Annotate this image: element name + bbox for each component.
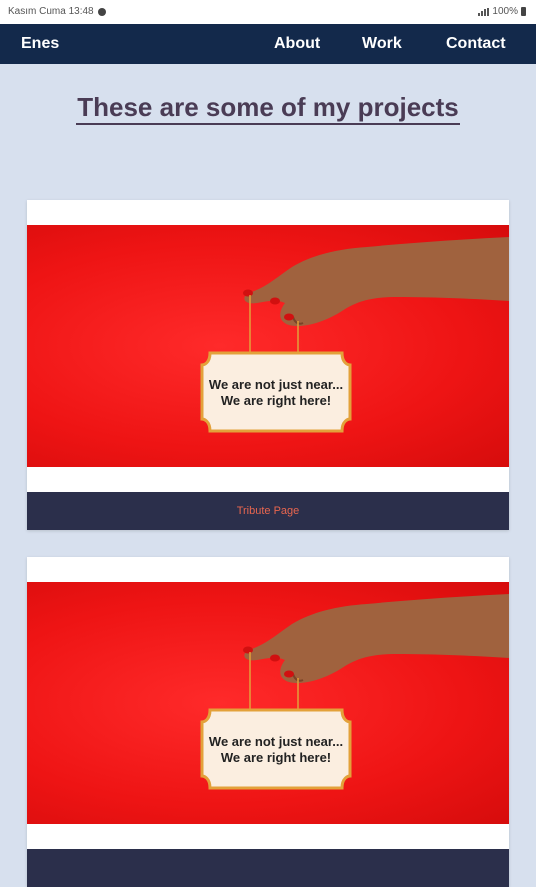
status-bar: Kasım Cuma 13:48 100%: [0, 0, 536, 24]
battery-icon: [521, 7, 526, 16]
notification-icon: [97, 7, 106, 16]
battery-level: 100%: [492, 6, 518, 17]
hand-holding-sign-illustration: [200, 594, 509, 790]
brand-link[interactable]: Enes: [21, 35, 59, 53]
project-caption[interactable]: [27, 849, 509, 887]
status-time: Kasım Cuma 13:48: [8, 6, 94, 17]
signal-icon: [478, 7, 490, 16]
project-image[interactable]: We are not just near... We are right her…: [27, 582, 509, 824]
nav-link-about[interactable]: About: [274, 35, 320, 53]
nav-link-work[interactable]: Work: [362, 35, 402, 53]
image-sign-line1: We are not just near...: [208, 377, 344, 392]
nav-link-contact[interactable]: Contact: [446, 35, 506, 53]
navbar: Enes About Work Contact: [0, 24, 536, 64]
hand-holding-sign-illustration: [200, 237, 509, 433]
image-sign-line2: We are right here!: [220, 750, 332, 765]
image-sign-line1: We are not just near...: [208, 734, 344, 749]
project-card[interactable]: We are not just near... We are right her…: [27, 200, 509, 530]
image-sign-line2: We are right here!: [220, 393, 332, 408]
project-card[interactable]: We are not just near... We are right her…: [27, 557, 509, 887]
project-image[interactable]: We are not just near... We are right her…: [27, 225, 509, 467]
project-caption[interactable]: Tribute Page: [27, 492, 509, 530]
page-title: These are some of my projects: [0, 92, 536, 125]
page-title-text: These are some of my projects: [76, 92, 460, 125]
